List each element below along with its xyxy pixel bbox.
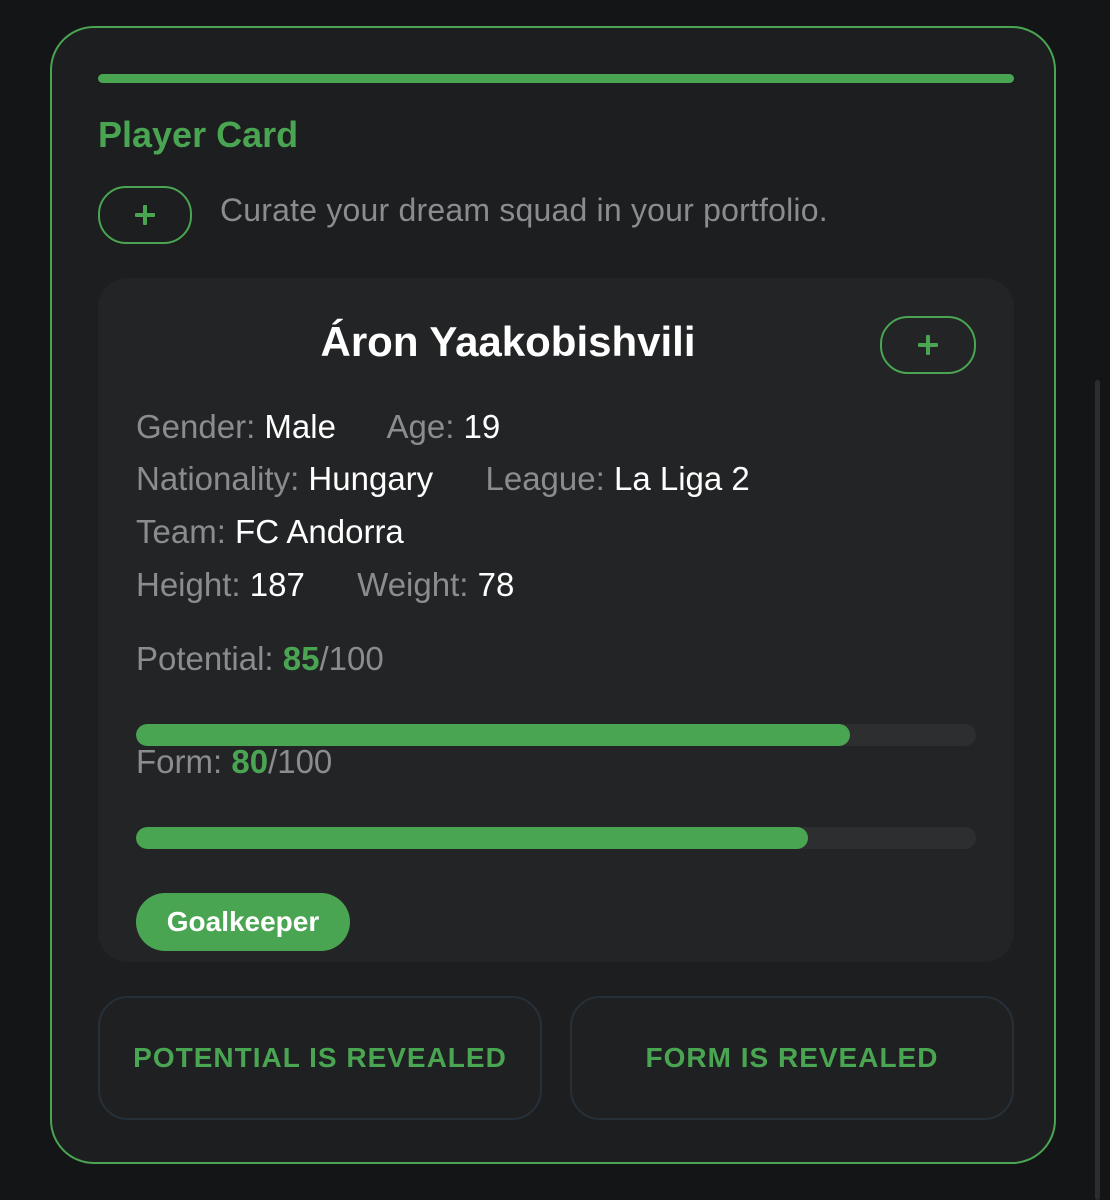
form-value: 80 <box>231 743 269 780</box>
player-name: Áron Yaakobishvili <box>320 318 696 365</box>
plus-icon <box>918 335 938 355</box>
weight-label: Weight: <box>357 566 469 603</box>
team-label: Team: <box>136 513 226 550</box>
potential-value: 85 <box>282 640 320 677</box>
info-row-height-weight: Height: 187 Weight: 78 <box>136 566 514 604</box>
add-player-button[interactable] <box>880 316 976 374</box>
form-max: /100 <box>268 743 333 780</box>
form-revealed-button[interactable]: FORM IS REVEALED <box>570 996 1014 1120</box>
info-row-team: Team: FC Andorra <box>136 513 404 551</box>
plus-icon <box>135 205 155 225</box>
gender-label: Gender: <box>136 408 256 445</box>
age-value: 19 <box>463 408 501 445</box>
form-stat: Form: 80/100 <box>136 743 332 781</box>
potential-stat: Potential: 85/100 <box>136 640 384 678</box>
height-value: 187 <box>249 566 305 603</box>
tagline: Curate your dream squad in your portfoli… <box>220 192 828 228</box>
team-value: FC Andorra <box>235 513 404 550</box>
potential-revealed-button[interactable]: POTENTIAL IS REVEALED <box>98 996 542 1120</box>
form-progress-fill <box>136 827 808 849</box>
add-to-portfolio-button[interactable] <box>98 186 192 244</box>
info-row-gender-age: Gender: Male Age: 19 <box>136 408 500 446</box>
info-row-nationality-league: Nationality: Hungary League: La Liga 2 <box>136 460 750 498</box>
card-title: Player Card <box>98 114 299 155</box>
height-label: Height: <box>136 566 241 603</box>
nationality-value: Hungary <box>308 460 434 497</box>
player-card-panel: Player Card Curate your dream squad in y… <box>50 26 1056 1164</box>
potential-max: /100 <box>319 640 384 677</box>
league-label: League: <box>485 460 605 497</box>
form-label: Form: <box>136 743 223 780</box>
age-label: Age: <box>386 408 455 445</box>
nationality-label: Nationality: <box>136 460 300 497</box>
position-badge: Goalkeeper <box>136 893 350 951</box>
league-value: La Liga 2 <box>613 460 750 497</box>
form-progress-bar <box>136 827 976 849</box>
accent-bar <box>98 74 1014 83</box>
player-details-card: Áron Yaakobishvili Gender: Male Age: 19 … <box>98 278 1014 962</box>
weight-value: 78 <box>477 566 515 603</box>
scrollbar-thumb[interactable] <box>1095 380 1100 1200</box>
gender-value: Male <box>264 408 336 445</box>
potential-label: Potential: <box>136 640 274 677</box>
